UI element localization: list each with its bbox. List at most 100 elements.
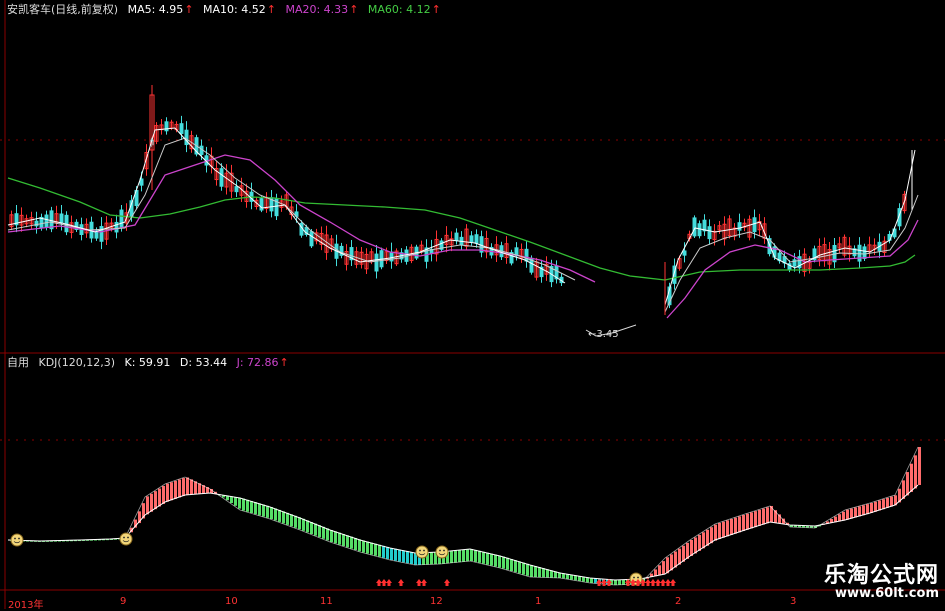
smiley-eye — [419, 549, 421, 552]
buy-arrow-icon — [650, 579, 656, 586]
candle — [234, 186, 239, 193]
kdj-bar — [326, 528, 329, 541]
kdj-bar — [478, 550, 481, 563]
price-chart — [7, 85, 919, 337]
kdj-bar — [878, 500, 881, 511]
candle — [44, 214, 49, 228]
kdj-bar — [350, 536, 353, 549]
kdj-bar — [410, 552, 413, 564]
kdj-bar — [662, 561, 665, 575]
ma5-label: MA5: 4.95↑ — [127, 3, 194, 16]
kdj-bar — [722, 521, 725, 538]
x-tick-1: 1 — [535, 596, 542, 607]
kdj-bar — [358, 539, 361, 552]
d-line — [7, 484, 919, 581]
buy-arrow-icon — [376, 579, 382, 586]
kdj-bar — [718, 523, 721, 539]
watermark-url: www.60lt.com — [834, 586, 939, 601]
kdj-bar — [486, 552, 489, 565]
smiley-face — [435, 545, 449, 559]
candle — [114, 221, 119, 233]
kdj-bar — [286, 512, 289, 525]
kdj-bar — [918, 447, 921, 485]
kdj-bar — [490, 553, 493, 566]
kdj-bar — [382, 545, 385, 558]
kdj-bar — [454, 550, 457, 563]
smiley-eye — [637, 576, 639, 579]
kdj-bar — [254, 502, 257, 515]
kdj-bar — [378, 544, 381, 557]
kdj-bar — [530, 565, 533, 577]
kdj-bar — [194, 481, 197, 495]
kdj-bar — [270, 507, 273, 519]
kdj-bar — [534, 566, 537, 578]
kdj-bar — [346, 535, 349, 548]
kdj-bar — [178, 479, 181, 498]
candle — [862, 246, 867, 259]
kdj-bar — [370, 542, 373, 555]
kdj-bar — [310, 522, 313, 534]
kdj-bar — [338, 532, 341, 545]
kdj-bar — [542, 568, 545, 578]
kdj-bar — [458, 550, 461, 563]
kdj-bar — [710, 527, 713, 544]
x-tick-3: 3 — [790, 596, 797, 607]
kdj-bar — [390, 548, 393, 560]
buy-arrow-icon — [421, 579, 427, 586]
candle — [692, 217, 697, 237]
candle — [179, 123, 184, 134]
kdj-bar — [766, 507, 769, 524]
kdj-bar — [166, 483, 169, 502]
kdj-bar — [714, 524, 717, 541]
kdj-bar — [738, 516, 741, 533]
candle — [99, 226, 104, 242]
kdj-bar — [322, 526, 325, 539]
candle — [119, 209, 124, 228]
d-value: D: 53.44 — [179, 356, 228, 369]
kdj-bar — [514, 560, 517, 573]
low-price-label: ←3.45 — [588, 329, 619, 340]
kdj-bar — [182, 478, 185, 497]
smiley-face — [10, 533, 24, 547]
kdj-bar — [494, 554, 497, 567]
kdj-bar — [590, 578, 593, 583]
buy-arrow-icon — [386, 579, 392, 586]
kdj-bar — [730, 519, 733, 535]
kdj-bar — [914, 455, 917, 489]
smiley-eye — [443, 549, 445, 552]
kdj-bar — [386, 546, 389, 559]
kdj-bar — [510, 559, 513, 571]
kdj-bar — [750, 512, 753, 529]
ma60-label: MA60: 4.12↑ — [367, 3, 441, 16]
kdj-bar — [522, 562, 525, 575]
kdj-bar — [906, 472, 909, 496]
kdj-bar — [474, 549, 477, 562]
kdj-bar — [526, 563, 529, 576]
buy-arrow-icon — [645, 579, 651, 586]
kdj-bar — [838, 514, 841, 522]
smiley-icon — [10, 533, 24, 547]
kdj-bar — [890, 496, 893, 507]
kdj-bar — [302, 518, 305, 531]
kdj-bar — [842, 511, 845, 521]
kdj-bar — [262, 504, 265, 517]
kdj-bar — [502, 556, 505, 569]
smiley-eye — [127, 536, 129, 539]
buy-arrow-icon — [665, 579, 671, 586]
kdj-bar — [290, 514, 293, 527]
ma10-label: MA10: 4.52↑ — [203, 3, 276, 16]
kdj-bar — [274, 508, 277, 521]
kdj-bar — [266, 505, 269, 518]
kdj-bar — [230, 496, 233, 503]
smiley-eye — [18, 537, 20, 540]
main-legend: 安凯客车(日线,前复权) MA5: 4.95↑ MA10: 4.52↑ MA20… — [7, 3, 447, 16]
kdj-bar — [618, 579, 621, 585]
chart-canvas[interactable] — [0, 0, 945, 609]
kdj-bar — [882, 499, 885, 510]
kdj-bar — [658, 565, 661, 576]
kdj-bar — [258, 503, 261, 516]
kdj-bar — [174, 480, 177, 499]
kdj-bar — [754, 511, 757, 528]
kdj-bar — [870, 503, 873, 513]
smiley-icon — [435, 545, 449, 559]
